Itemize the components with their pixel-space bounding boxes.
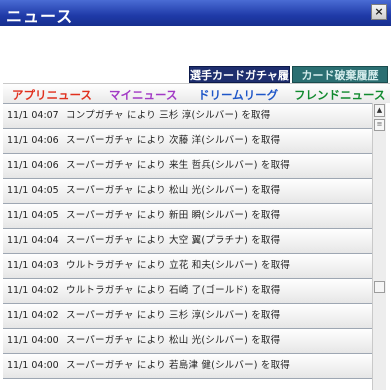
tab-dream-league[interactable]: ドリームリーグ — [198, 87, 279, 104]
gacha-history-tab[interactable]: 選手カードガチャ履歴 — [189, 66, 290, 99]
news-time: 11/1 04:03 — [7, 260, 59, 271]
news-time: 11/1 04:06 — [7, 160, 59, 171]
card-discard-history-tab[interactable]: カード破棄履歴 — [292, 66, 388, 83]
news-text: ウルトラガチャ により 石崎 了(ゴールド) を取得 — [66, 285, 281, 296]
window-title: ニュース — [6, 7, 74, 26]
news-row: 11/1 04:06 スーパーガチャ により 来生 哲兵(シルバー) を取得 — [3, 154, 372, 179]
news-text: スーパーガチャ により 三杉 淳(シルバー) を取得 — [66, 310, 281, 321]
news-row: 11/1 04:02 ウルトラガチャ により 石崎 了(ゴールド) を取得 — [3, 279, 372, 304]
news-time: 11/1 04:05 — [7, 210, 59, 221]
news-tabs: アプリニュース マイニュース ドリームリーグ フレンドニュース — [3, 83, 390, 104]
news-text: ウルトラガチャ により 立花 和夫(シルバー) を取得 — [66, 260, 291, 271]
news-row: 11/1 04:04 スーパーガチャ により 大空 翼(プラチナ) を取得 — [3, 229, 372, 254]
scroll-up-icon[interactable]: ▲ — [374, 104, 385, 117]
news-list: 11/1 04:07 コンプガチャ により 三杉 淳(シルバー) を取得 11/1… — [3, 103, 372, 391]
tab-my-news[interactable]: マイニュース — [109, 87, 177, 103]
news-row: 11/1 04:05 スーパーガチャ により 松山 光(シルバー) を取得 — [3, 179, 372, 204]
news-row: 11/1 04:00 スーパーガチャ により 若島津 健(シルバー) を取得 — [3, 354, 372, 379]
close-button[interactable]: × — [371, 4, 387, 20]
news-time: 11/1 04:00 — [7, 360, 59, 371]
news-text: スーパーガチャ により 若島津 健(シルバー) を取得 — [66, 360, 291, 371]
news-row: 11/1 04:05 スーパーガチャ により 新田 瞬(シルバー) を取得 — [3, 204, 372, 229]
news-scrollbar[interactable]: ▲ ≡ — [372, 103, 386, 390]
news-time: 11/1 04:06 — [7, 135, 59, 146]
news-time: 11/1 04:02 — [7, 310, 59, 321]
news-text: スーパーガチャ により 大空 翼(プラチナ) を取得 — [66, 235, 281, 246]
tab-friend-news[interactable]: フレンドニュース — [294, 87, 385, 103]
news-row: 11/1 04:07 コンプガチャ により 三杉 淳(シルバー) を取得 — [3, 104, 372, 129]
title-bar: ニュース × — [0, 0, 391, 26]
news-time: 11/1 04:07 — [7, 110, 59, 121]
news-text: スーパーガチャ により 次藤 洋(シルバー) を取得 — [66, 135, 281, 146]
news-text: スーパーガチャ により 松山 光(シルバー) を取得 — [66, 185, 281, 196]
news-time: 11/1 04:05 — [7, 185, 59, 196]
news-text: コンプガチャ により 三杉 淳(シルバー) を取得 — [66, 110, 271, 121]
scroll-down-button[interactable] — [374, 281, 385, 293]
news-row: 11/1 04:03 ウルトラガチャ により 立花 和夫(シルバー) を取得 — [3, 254, 372, 279]
news-text: スーパーガチャ により 来生 哲兵(シルバー) を取得 — [66, 160, 291, 171]
news-text: スーパーガチャ により 新田 瞬(シルバー) を取得 — [66, 210, 281, 221]
tab-app-news[interactable]: アプリニュース — [12, 87, 92, 103]
news-time: 11/1 04:00 — [7, 335, 59, 346]
news-row: 11/1 04:00 スーパーガチャ により 松山 光(シルバー) を取得 — [3, 329, 372, 354]
news-time: 11/1 04:04 — [7, 235, 59, 246]
news-time: 11/1 04:02 — [7, 285, 59, 296]
news-row: 11/1 04:02 スーパーガチャ により 三杉 淳(シルバー) を取得 — [3, 304, 372, 329]
news-row: 11/1 04:06 スーパーガチャ により 次藤 洋(シルバー) を取得 — [3, 129, 372, 154]
news-text: スーパーガチャ により 松山 光(シルバー) を取得 — [66, 335, 281, 346]
scroll-thumb-icon[interactable]: ≡ — [374, 119, 385, 131]
